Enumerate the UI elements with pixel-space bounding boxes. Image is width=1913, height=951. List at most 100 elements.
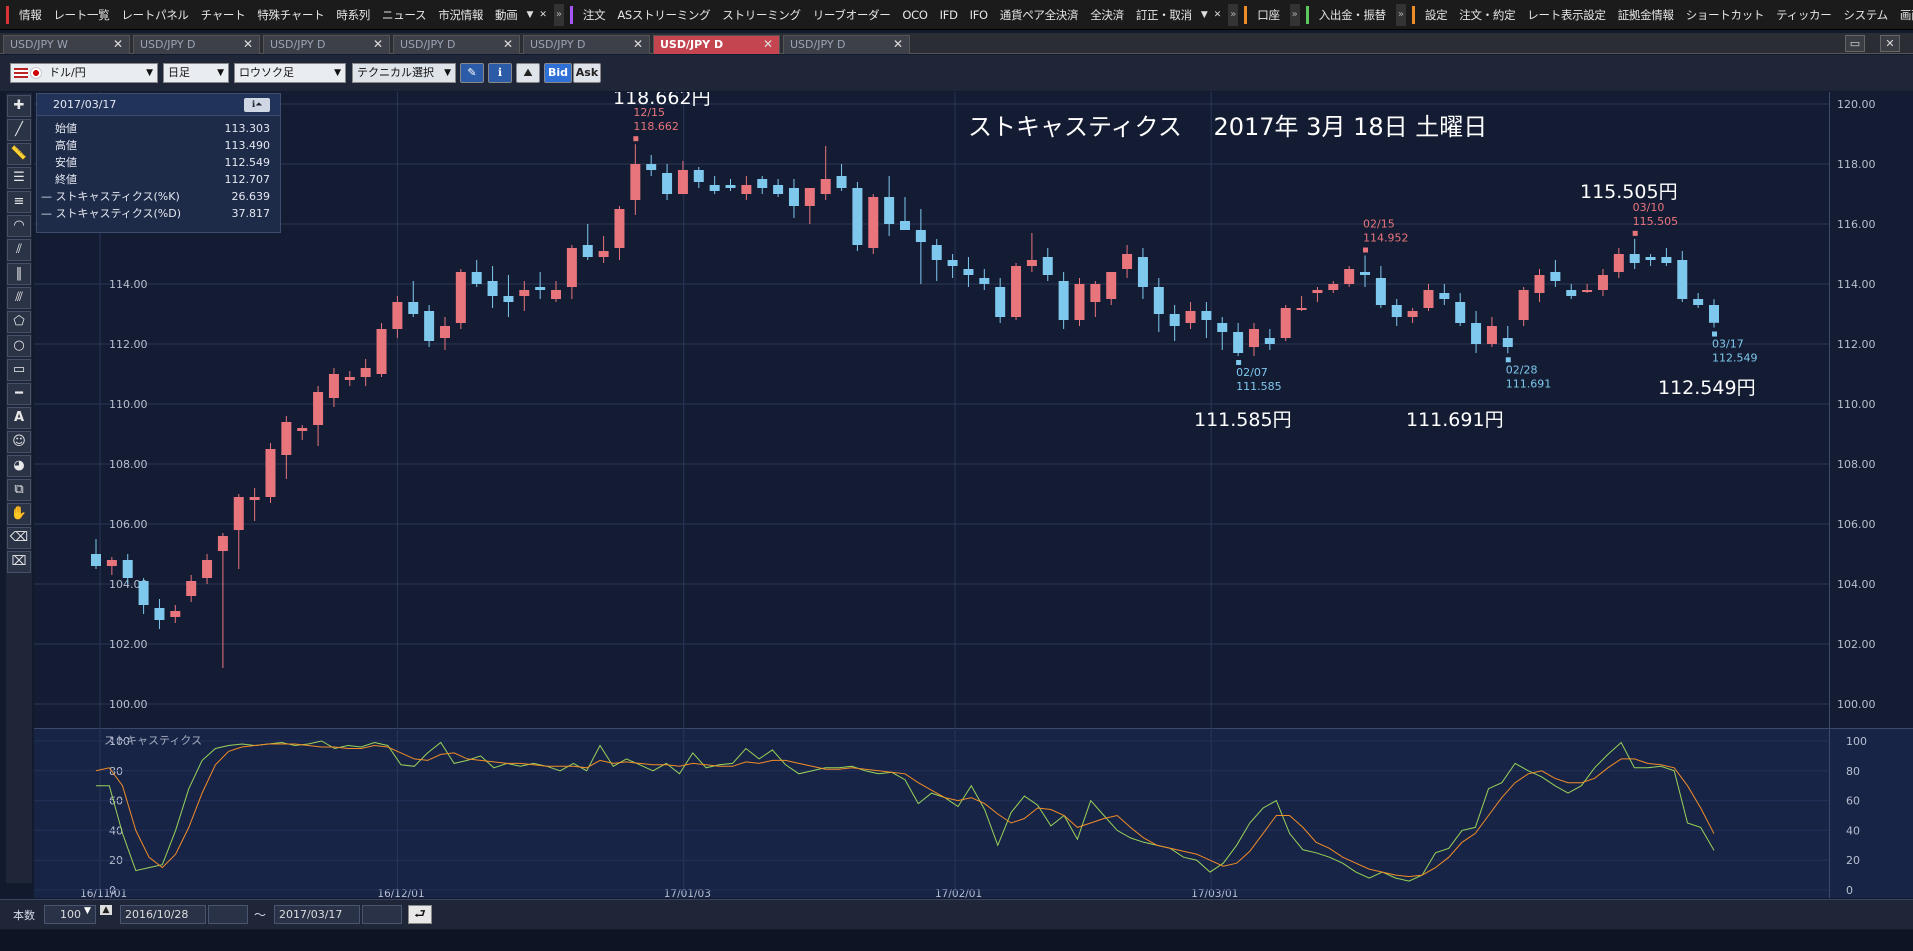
menu-item[interactable]: リーブオーダー	[807, 4, 897, 26]
menu-item[interactable]: 特殊チャート	[251, 4, 330, 26]
close-window-icon[interactable]: ✕	[1880, 35, 1900, 52]
channel-icon[interactable]: ⫻	[7, 287, 31, 309]
bid-button[interactable]: Bid	[544, 63, 572, 83]
chart-tab[interactable]: USD/JPY D ✕	[263, 35, 390, 54]
chart-area[interactable]: 100.00 100.00 102.00 102.00 104.00 104.00 106.…	[34, 87, 1913, 900]
to-date-input[interactable]: 2017/03/17	[274, 905, 360, 924]
menu-item[interactable]: ティッカー	[1770, 4, 1837, 26]
chart-tab[interactable]: USD/JPY D ✕	[523, 35, 650, 54]
from-time-input[interactable]	[208, 905, 248, 924]
menu-more-icon[interactable]: »	[1395, 3, 1406, 26]
menu-item[interactable]: ニュース	[376, 4, 432, 26]
menu-item[interactable]: ショートカット	[1680, 4, 1770, 26]
chart-canvas[interactable]: 100.00 100.00102.00 102.00104.00 104.00106.…	[34, 87, 1913, 900]
chart-tab[interactable]: USD/JPY D ✕	[783, 35, 910, 54]
y-tick-label-right: 118.00	[1837, 158, 1876, 171]
menu-item[interactable]: 口座	[1251, 4, 1285, 26]
fibonacci-icon[interactable]: ≡	[7, 191, 31, 213]
magnet-icon[interactable]: ◕	[7, 455, 31, 477]
menu-item[interactable]: ASストリーミング	[611, 4, 716, 26]
menu-item[interactable]: OCO	[896, 4, 933, 26]
menu-dropdown-icon[interactable]: ▼	[523, 10, 536, 20]
menu-item[interactable]: 通貨ペア全決済	[994, 4, 1084, 26]
menu-item[interactable]: 全決済	[1084, 4, 1130, 26]
tab-close-icon[interactable]: ✕	[763, 36, 773, 53]
menu-item[interactable]: レート表示設定	[1521, 4, 1611, 26]
menu-dropdown-icon[interactable]: ▼	[1198, 10, 1211, 20]
tab-close-icon[interactable]: ✕	[373, 36, 383, 53]
menu-item[interactable]: 入出金・振替	[1313, 4, 1392, 26]
menu-item[interactable]: 注文	[577, 4, 611, 26]
menu-item[interactable]: 画面設定	[1894, 4, 1913, 26]
menu-item[interactable]: ストリーミング	[716, 4, 806, 26]
circle-icon[interactable]: ○	[7, 335, 31, 357]
y-tick-label-right: 116.00	[1837, 218, 1876, 231]
eraser-icon[interactable]: ⌫	[7, 527, 31, 549]
pentagon-icon[interactable]: ⬠	[7, 311, 31, 333]
menu-item[interactable]: 設定	[1419, 4, 1453, 26]
smiley-icon[interactable]: ☺	[7, 431, 31, 453]
restore-window-icon[interactable]: ▭	[1845, 35, 1865, 52]
menu-item[interactable]: 時系列	[330, 4, 376, 26]
hand-icon[interactable]: ✋	[7, 503, 31, 525]
chart-tab[interactable]: USD/JPY W ✕	[3, 35, 130, 54]
menu-item[interactable]: 動画	[489, 4, 523, 26]
horizontal-line-icon[interactable]: ━	[7, 383, 31, 405]
count-down-icon[interactable]: ▼	[84, 906, 91, 916]
tab-close-icon[interactable]: ✕	[113, 36, 123, 53]
menu-more-icon[interactable]: »	[1289, 3, 1300, 26]
tab-close-icon[interactable]: ✕	[503, 36, 513, 53]
tab-close-icon[interactable]: ✕	[633, 36, 643, 53]
chart-type-select[interactable]: ロウソク足 ▼	[234, 63, 346, 83]
chart-tab[interactable]: USD/JPY D ✕	[653, 35, 780, 54]
trendline-icon[interactable]: ╱	[7, 119, 31, 141]
menu-item[interactable]: IFD	[934, 4, 964, 26]
menu-item[interactable]: 市況情報	[432, 4, 489, 26]
menu-item[interactable]: IFO	[964, 4, 994, 26]
ruler-icon[interactable]: 📏	[7, 143, 31, 165]
menu-item[interactable]: 注文・約定	[1453, 4, 1521, 26]
menu-more-icon[interactable]: »	[553, 3, 564, 26]
count-up-icon[interactable]: ▲	[100, 905, 112, 915]
menu-item[interactable]: システム	[1837, 4, 1893, 26]
menu-item[interactable]: 証拠金情報	[1612, 4, 1680, 26]
tab-close-icon[interactable]: ✕	[893, 36, 903, 53]
menu-item[interactable]: チャート	[195, 4, 252, 26]
currency-pair-select[interactable]: ドル/円 ▼	[10, 63, 158, 83]
return-button[interactable]: ⮐	[408, 905, 432, 924]
vertical-lines-icon[interactable]: ‖	[7, 263, 31, 285]
info-row: — ストキャスティクス(%D) 37.817	[37, 205, 280, 222]
info-toggle-icon[interactable]: ℹ⏶	[244, 98, 270, 112]
candle-body	[1455, 302, 1466, 323]
info-icon[interactable]: ℹ	[488, 63, 512, 83]
mountain-chart-icon[interactable]: ⛰	[516, 63, 540, 83]
menu-close-icon[interactable]: ✕	[536, 10, 550, 20]
horizontal-lines-icon[interactable]: ☰	[7, 167, 31, 189]
candle-body	[979, 278, 990, 284]
tab-close-icon[interactable]: ✕	[243, 36, 253, 53]
menu-item[interactable]: レート一覧	[47, 4, 115, 26]
fan-icon[interactable]: ◠	[7, 215, 31, 237]
menu-close-icon[interactable]: ✕	[1211, 10, 1225, 20]
candle-body	[995, 287, 1006, 317]
erase-all-icon[interactable]: ⌧	[7, 551, 31, 573]
menu-item[interactable]: 訂正・取消	[1130, 4, 1198, 26]
menu-item[interactable]: レートパネル	[115, 4, 194, 26]
chart-tab[interactable]: USD/JPY D ✕	[133, 35, 260, 54]
menu-item[interactable]: 情報	[13, 4, 47, 26]
from-date-input[interactable]: 2016/10/28	[120, 905, 206, 924]
period-select[interactable]: 日足 ▼	[163, 63, 229, 83]
chart-tab[interactable]: USD/JPY D ✕	[393, 35, 520, 54]
gann-icon[interactable]: ⫽	[7, 239, 31, 261]
copy-icon[interactable]: ⧉	[7, 479, 31, 501]
crosshair-icon[interactable]: ✚	[7, 95, 31, 117]
technical-select[interactable]: テクニカル選択 ▼	[352, 63, 456, 83]
rectangle-icon[interactable]: ▭	[7, 359, 31, 381]
to-time-input[interactable]	[362, 905, 402, 924]
info-row: — ストキャスティクス(%K) 26.639	[37, 188, 280, 205]
pen-icon[interactable]: ✎	[460, 63, 484, 83]
menu-more-icon[interactable]: »	[1228, 3, 1239, 26]
ask-button[interactable]: Ask	[573, 63, 601, 83]
y-tick-label-right: 108.00	[1837, 458, 1876, 471]
text-icon[interactable]: A	[7, 407, 31, 429]
